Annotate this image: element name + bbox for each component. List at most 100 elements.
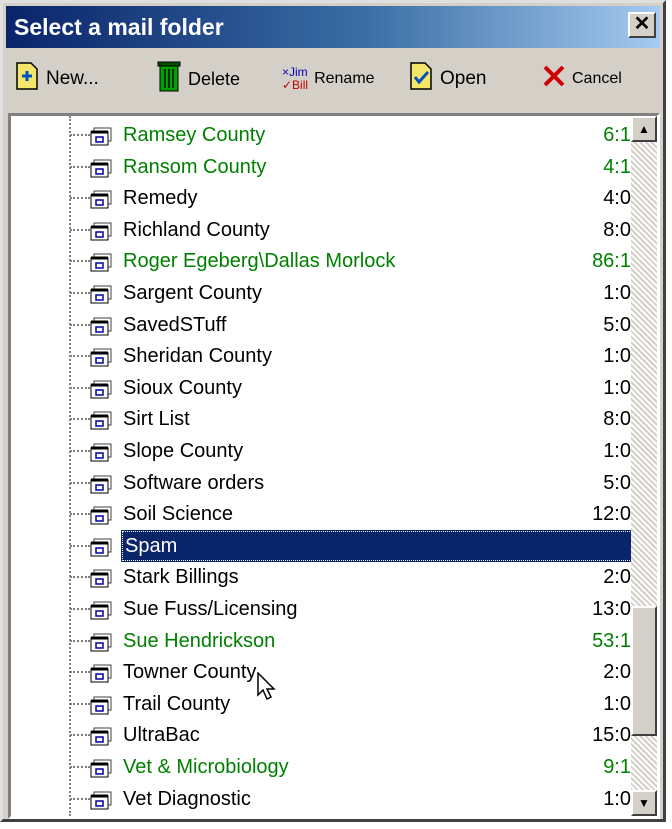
folder-name: Remedy [123, 187, 198, 210]
folder-name: Stark Billings [123, 566, 239, 589]
mail-folder-icon [89, 251, 113, 272]
folder-row[interactable]: Vet Diagnostic 1:0 [11, 783, 631, 815]
mail-folder-icon [89, 694, 113, 715]
folder-message-count: 53:1 [592, 629, 631, 652]
tree-branch-line [70, 418, 90, 421]
folder-tree-list[interactable]: Ramsey County 6:1 Ransom County 4:1 Remedy 4:… [8, 113, 660, 819]
rename-button[interactable]: ×Jim ✓Bill Rename [282, 59, 375, 99]
folder-row[interactable]: Sargent County 1:0 [11, 277, 631, 309]
tree-branch-line [70, 608, 90, 610]
folder-message-count: 1:0 [603, 376, 631, 399]
folder-message-count: 5:0 [603, 313, 631, 336]
folder-name: SavedSTuff [123, 313, 227, 336]
mail-folder-icon [89, 567, 113, 588]
folder-name: Sue Hendrickson [123, 629, 276, 652]
folder-name: Sioux County [123, 376, 242, 399]
mail-folder-icon [89, 157, 113, 178]
cancel-button[interactable]: Cancel [542, 59, 622, 99]
folder-row[interactable]: Ransom County 4:1 [11, 151, 631, 183]
mail-folder-icon [89, 662, 113, 683]
tree-branch-line [70, 513, 90, 516]
new-button[interactable]: New... [14, 59, 99, 99]
mail-folder-icon [89, 725, 113, 746]
folder-name: Spam [121, 529, 635, 562]
mail-folder-icon [89, 473, 113, 494]
folder-row[interactable]: Software orders 5:0 [11, 467, 631, 499]
mail-folder-icon [89, 346, 113, 367]
folder-row[interactable]: Sue Hendrickson 53:1 [11, 625, 631, 657]
mail-folder-icon [89, 125, 113, 146]
folder-message-count: 15:0 [592, 724, 631, 747]
tree-branch-line [70, 165, 90, 168]
folder-message-count: 2:0 [603, 661, 631, 684]
folder-message-count: 1:0 [603, 692, 631, 715]
delete-button-label: Delete [188, 68, 241, 89]
folder-row[interactable]: Sheridan County 1:0 [11, 340, 631, 372]
open-button[interactable]: Open [408, 59, 486, 99]
folder-message-count: 13:0 [592, 598, 631, 620]
folder-row[interactable]: Trail County 1:0 [11, 688, 631, 720]
folder-name: Sue Fuss/Licensing [123, 598, 298, 620]
scroll-down-button[interactable]: ▼ [631, 790, 657, 816]
folder-name: Ramsey County [123, 124, 266, 146]
tree-branch-line [70, 323, 90, 326]
folder-row[interactable]: Sirt List 8:0 [11, 403, 631, 435]
mail-folder-icon [89, 536, 113, 557]
mail-folder-icon [89, 220, 113, 241]
vertical-scrollbar[interactable]: ▲ ▼ [631, 116, 657, 816]
folder-row[interactable]: Slope County 1:0 [11, 435, 631, 467]
scrollbar-thumb[interactable] [631, 606, 657, 736]
delete-button[interactable]: Delete [156, 59, 240, 99]
folder-message-count: 9:1 [603, 756, 631, 778]
folder-row[interactable]: Sue Fuss/Licensing 13:0 [11, 593, 631, 625]
folder-row[interactable]: Towner County 2:0 [11, 656, 631, 688]
mail-folder-icon [89, 188, 113, 209]
close-button[interactable]: ✕ [628, 12, 656, 38]
folder-message-count: 2:0 [603, 566, 631, 589]
close-icon: ✕ [633, 13, 651, 35]
window-title: Select a mail folder [14, 14, 224, 40]
folder-name: Sheridan County [123, 345, 272, 368]
folder-row[interactable]: Remedy 4:0 [11, 182, 631, 214]
mail-folder-icon [89, 631, 113, 652]
scroll-up-button[interactable]: ▲ [631, 116, 657, 142]
folder-row[interactable]: UltraBac 15:0 [11, 719, 631, 751]
tree-branch-line [70, 481, 90, 484]
folder-row[interactable]: SavedSTuff 5:0 [11, 309, 631, 341]
rename-icon: ×Jim ✓Bill [282, 65, 309, 92]
folder-message-count: 1:0 [603, 282, 631, 304]
folder-row[interactable]: Stark Billings 2:0 [11, 561, 631, 593]
tree-branch-line [70, 797, 90, 800]
folder-row[interactable]: Soil Science 12:0 [11, 498, 631, 530]
mail-folder-icon [89, 789, 113, 810]
arrow-up-icon: ▲ [638, 122, 650, 136]
mail-folder-icon [89, 315, 113, 336]
tree-branch-line [70, 576, 90, 579]
folder-row[interactable]: Vet & Microbiology 9:1 [11, 751, 631, 783]
folder-name: Ransom County [123, 155, 267, 178]
rename-button-label: Rename [314, 70, 375, 87]
mail-folder-icon [89, 283, 113, 304]
folder-row[interactable]: Spam [11, 529, 635, 562]
folder-row[interactable]: Roger Egeberg\Dallas Morlock 86:1 [11, 245, 631, 277]
cancel-x-icon [542, 64, 566, 94]
folder-name: Sirt List [123, 408, 190, 431]
tree-branch-line [70, 260, 90, 263]
tree-branch-line [70, 734, 90, 737]
folder-name: Vet Diagnostic [123, 787, 251, 810]
tree-branch-line [70, 702, 90, 705]
folder-name: Trail County [123, 692, 231, 715]
mail-folder-icon [89, 599, 113, 620]
open-document-icon [408, 62, 434, 96]
toolbar: New... Delete ×Jim ✓Bill Rename Open Can… [6, 51, 660, 107]
folder-name: Sargent County [123, 282, 262, 304]
folder-name: Roger Egeberg\Dallas Morlock [123, 250, 396, 273]
mail-folder-icon [89, 378, 113, 399]
folder-row[interactable]: Richland County 8:0 [11, 214, 631, 246]
new-button-label: New... [46, 68, 99, 89]
folder-row[interactable]: Sioux County 1:0 [11, 372, 631, 404]
tree-branch-line [70, 766, 90, 768]
folder-name: Slope County [123, 440, 244, 462]
folder-row[interactable]: Ramsey County 6:1 [11, 119, 631, 151]
folder-message-count: 8:0 [603, 408, 631, 431]
